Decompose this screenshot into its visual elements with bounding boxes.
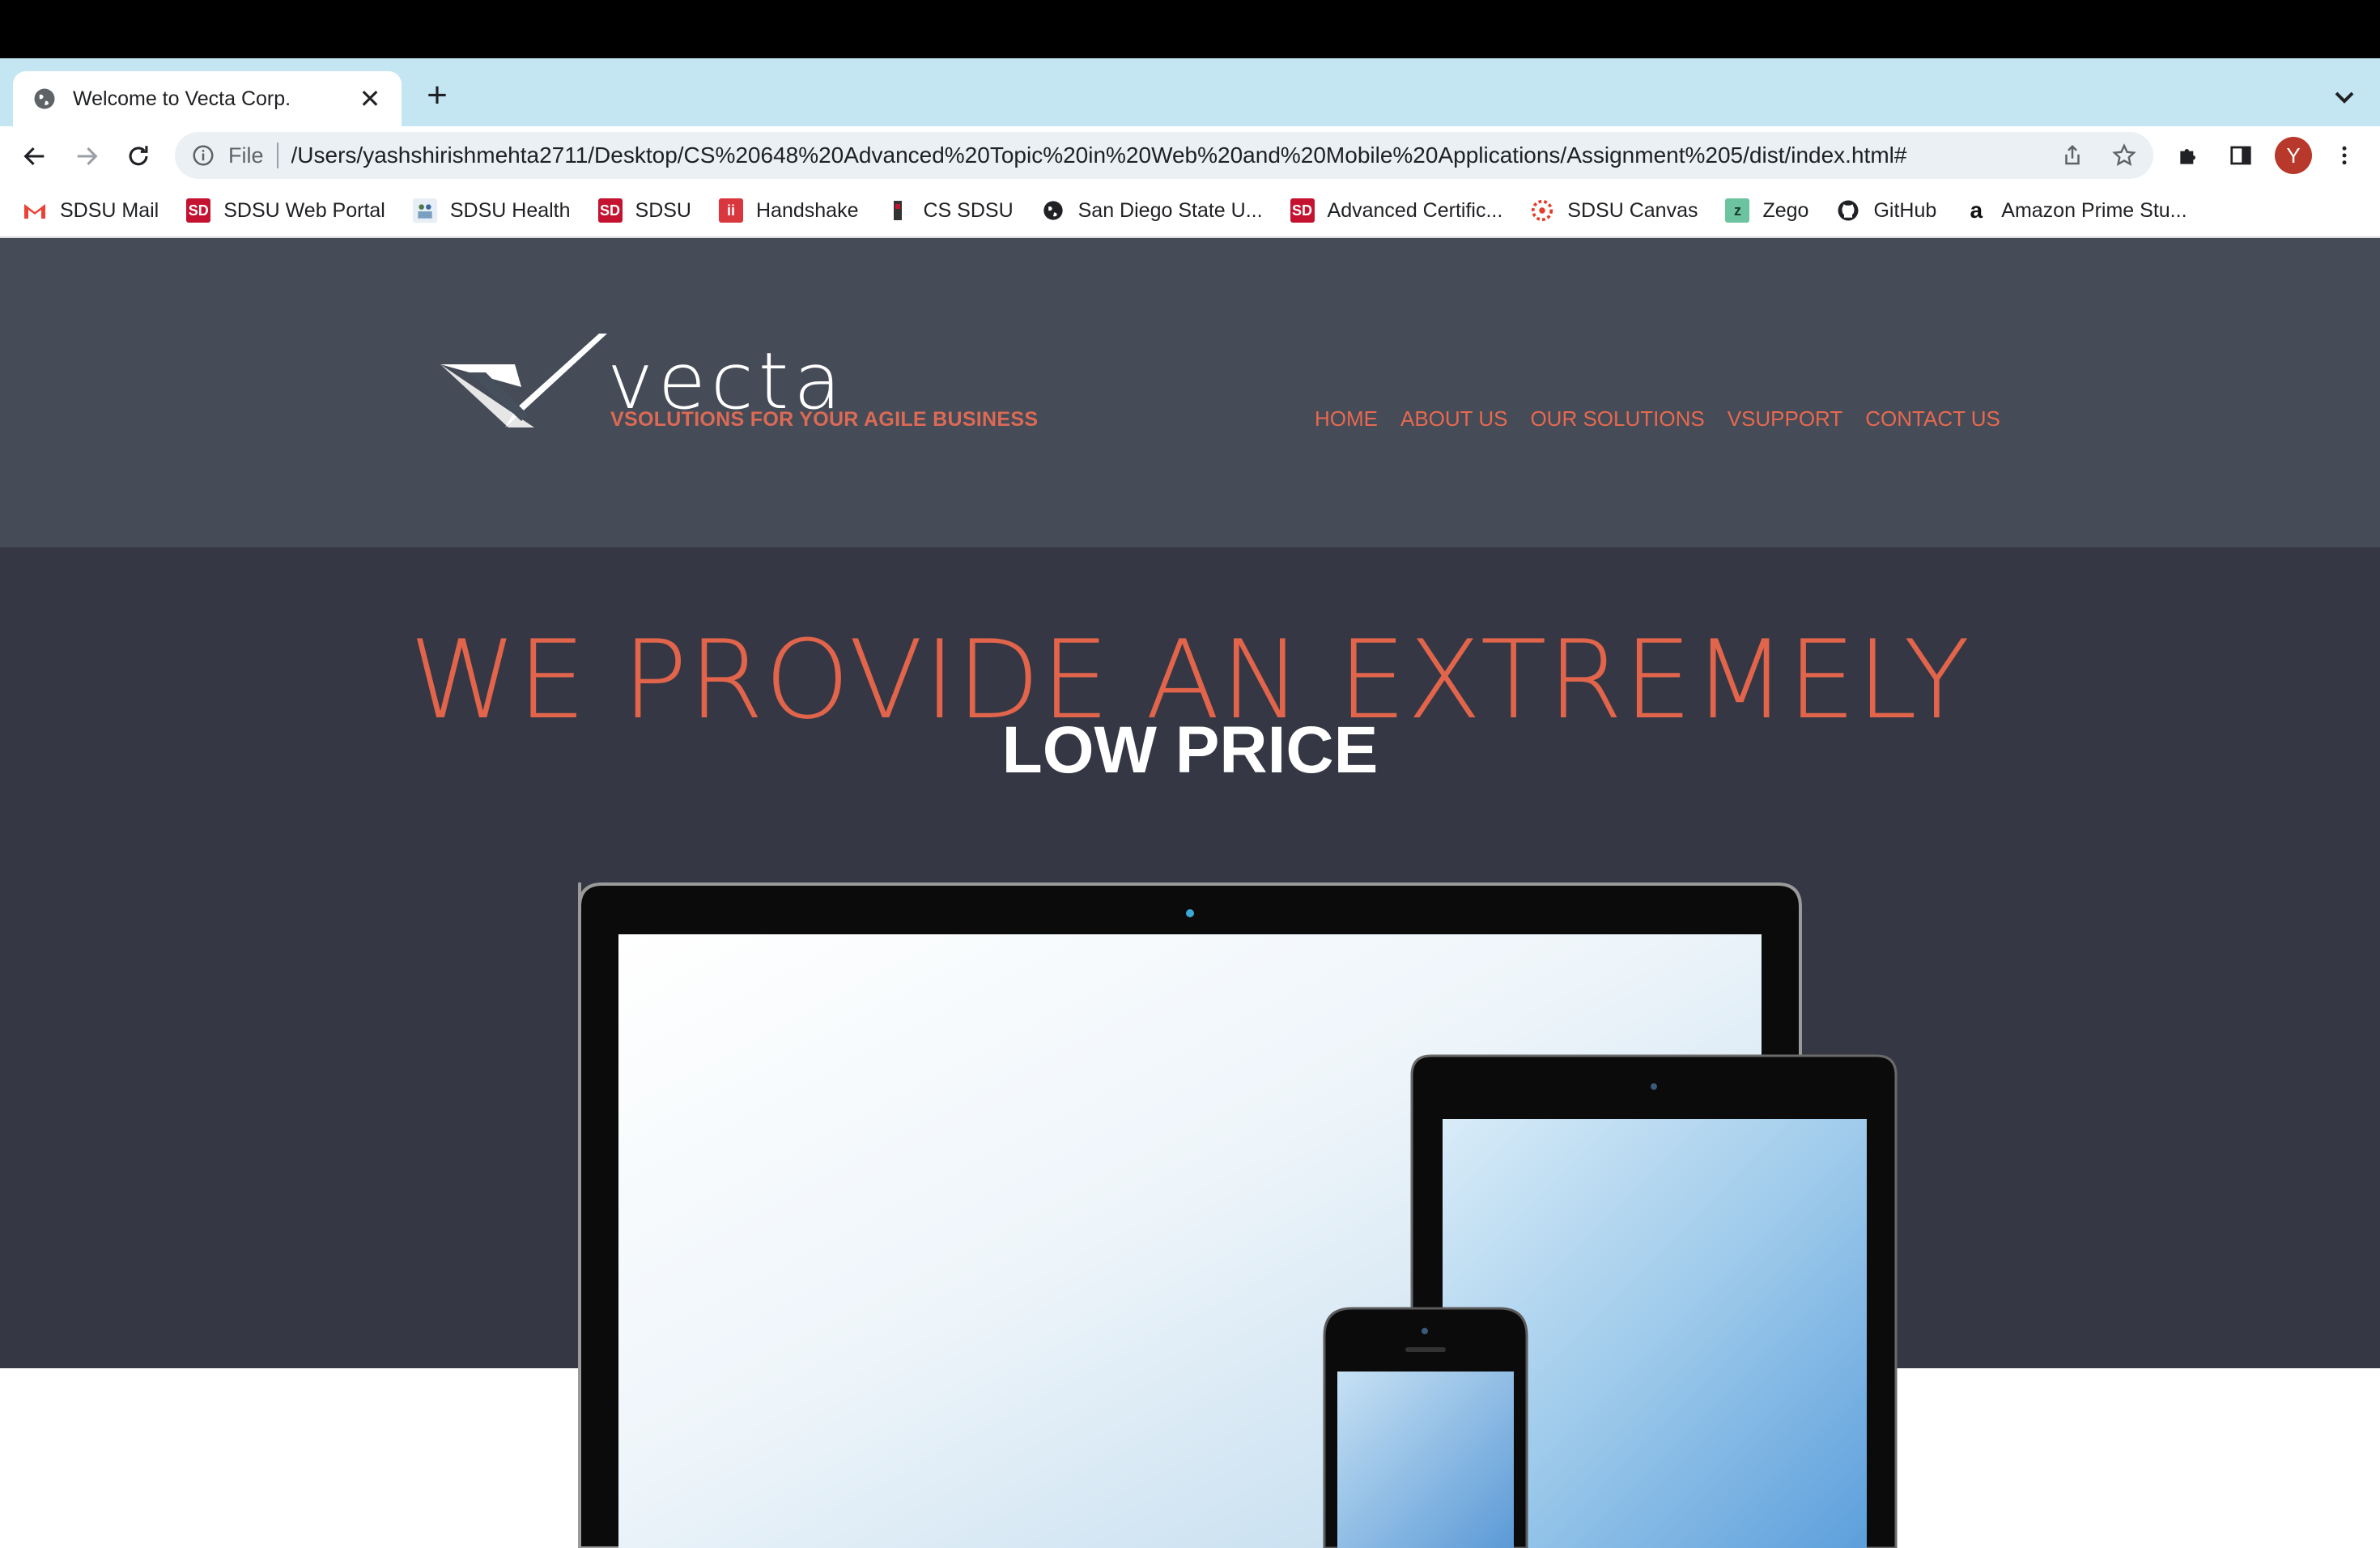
reload-button[interactable]: [120, 138, 157, 175]
back-arrow-icon: [23, 147, 45, 166]
bookmark-label: SDSU Mail: [60, 198, 159, 222]
share-icon[interactable]: [2056, 139, 2089, 172]
bookmark-label: Advanced Certific...: [1327, 198, 1503, 222]
bookmark-star-icon[interactable]: [2108, 139, 2140, 172]
hero-subheading: LOW PRICE: [1001, 713, 1379, 787]
bookmark-handshake[interactable]: ii Handshake: [719, 194, 858, 227]
bookmark-label: Handshake: [756, 198, 859, 222]
bookmark-label: CS SDSU: [923, 198, 1014, 222]
bookmarks-bar: SDSU Mail SD SDSU Web Portal SDSU Health…: [0, 185, 2380, 238]
bookmark-label: Zego: [1762, 198, 1809, 222]
side-panel-icon[interactable]: [2225, 139, 2257, 172]
new-tab-button[interactable]: +: [421, 78, 453, 117]
globe-icon: [1041, 198, 1065, 223]
tab-title: Welcome to Vecta Corp.: [73, 87, 291, 110]
gmail-icon: [23, 198, 47, 223]
github-icon: [1836, 198, 1860, 223]
system-top-bar: [0, 0, 2380, 58]
bookmark-amazon-prime[interactable]: a Amazon Prime Stu...: [1964, 194, 2187, 227]
bookmark-label: SDSU: [635, 198, 691, 222]
main-nav: HOME ABOUT US OUR SOLUTIONS VSUPPORT CON…: [1315, 406, 2023, 432]
url-scheme-label: File: [228, 142, 264, 168]
bookmark-sdsu-mail[interactable]: SDSU Mail: [23, 194, 159, 227]
zego-icon: z: [1725, 198, 1750, 223]
bookmark-github[interactable]: GitHub: [1836, 194, 1936, 227]
reload-icon: [129, 146, 148, 166]
bookmark-cs-sdsu[interactable]: CS SDSU: [886, 194, 1014, 227]
content-below-hero: [0, 1368, 2380, 1548]
sdsu-icon: SD: [1290, 198, 1315, 223]
bookmark-zego[interactable]: z Zego: [1725, 194, 1808, 227]
extensions-puzzle-icon[interactable]: [2173, 139, 2205, 172]
forward-arrow-icon: [77, 147, 98, 166]
nav-our-solutions[interactable]: OUR SOLUTIONS: [1530, 406, 1704, 432]
bookmark-advanced-certificate[interactable]: SD Advanced Certific...: [1290, 194, 1503, 227]
close-tab-icon[interactable]: ✕: [358, 86, 382, 112]
browser-tab[interactable]: Welcome to Vecta Corp. ✕: [13, 71, 402, 126]
tab-search-chevron-icon[interactable]: [2328, 81, 2361, 113]
health-icon: [412, 198, 437, 223]
sdsu-icon: SD: [597, 198, 623, 223]
bookmark-sdsu-web-portal[interactable]: SD SDSU Web Portal: [186, 194, 385, 227]
canvas-icon: [1530, 198, 1554, 223]
info-icon[interactable]: [191, 143, 215, 168]
url-separator: [276, 142, 278, 168]
menu-kebab-icon[interactable]: [2328, 139, 2361, 172]
bookmark-label: GitHub: [1873, 198, 1937, 222]
logo-tagline: VSOLUTIONS FOR YOUR AGILE BUSINESS: [610, 408, 1039, 431]
bookmark-label: SDSU Health: [449, 198, 571, 222]
nav-vsupport[interactable]: VSUPPORT: [1728, 406, 1843, 432]
handshake-icon: ii: [719, 198, 743, 223]
site-header: [0, 238, 2380, 547]
address-bar[interactable]: File /Users/yashshirishmehta2711/Desktop…: [175, 132, 2153, 179]
back-button[interactable]: [16, 138, 53, 175]
bookmark-label: Amazon Prime Stu...: [2001, 198, 2187, 222]
bookmark-sdsu-canvas[interactable]: SDSU Canvas: [1530, 194, 1698, 227]
nav-contact-us[interactable]: CONTACT US: [1865, 406, 2000, 432]
nav-about-us[interactable]: ABOUT US: [1400, 406, 1507, 432]
cs-icon: [886, 198, 910, 223]
bookmark-san-diego-state[interactable]: San Diego State U...: [1041, 194, 1263, 227]
forward-button[interactable]: [68, 138, 105, 175]
globe-icon: [34, 88, 55, 109]
bookmark-sdsu[interactable]: SD SDSU: [597, 194, 691, 227]
profile-avatar[interactable]: Y: [2275, 137, 2312, 174]
bookmark-label: SDSU Web Portal: [223, 198, 385, 222]
url-text[interactable]: /Users/yashshirishmehta2711/Desktop/CS%2…: [291, 142, 2153, 168]
amazon-icon: a: [1970, 198, 1983, 223]
bookmark-label: San Diego State U...: [1077, 198, 1263, 222]
bookmark-sdsu-health[interactable]: SDSU Health: [412, 194, 571, 227]
nav-home[interactable]: HOME: [1315, 406, 1378, 432]
sdsu-icon: SD: [186, 198, 211, 223]
bookmark-label: SDSU Canvas: [1567, 198, 1698, 222]
